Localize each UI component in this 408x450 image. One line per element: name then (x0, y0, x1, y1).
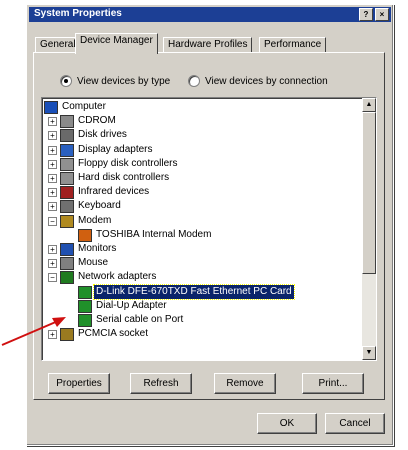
help-button[interactable]: ? (359, 8, 373, 21)
tree-item-label: D-Link DFE-670TXD Fast Ethernet PC Card (93, 283, 295, 300)
view-by-connection-option[interactable]: View devices by connection (188, 75, 328, 87)
remove-button[interactable]: Remove (214, 373, 276, 394)
view-by-connection-label: View devices by connection (205, 75, 328, 87)
tab-strip: General Device Manager Hardware Profiles… (33, 33, 387, 54)
scroll-down-button[interactable]: ▼ (362, 346, 376, 360)
properties-button[interactable]: Properties (48, 373, 110, 394)
annotation-arrow (1, 317, 66, 346)
tab-device-manager[interactable]: Device Manager (75, 33, 158, 54)
print-button[interactable]: Print... (302, 373, 364, 394)
ok-button[interactable]: OK (257, 413, 317, 434)
scroll-thumb[interactable] (362, 112, 376, 274)
refresh-button[interactable]: Refresh (130, 373, 192, 394)
tab-hardware-profiles[interactable]: Hardware Profiles (163, 37, 253, 53)
tab-performance[interactable]: Performance (259, 37, 327, 53)
close-button[interactable]: × (375, 8, 389, 21)
scroll-up-button[interactable]: ▲ (362, 98, 376, 112)
tree-vertical-scrollbar[interactable]: ▲ ▼ (362, 98, 376, 360)
view-by-connection-radio[interactable] (188, 75, 200, 87)
cancel-button[interactable]: Cancel (325, 413, 385, 434)
